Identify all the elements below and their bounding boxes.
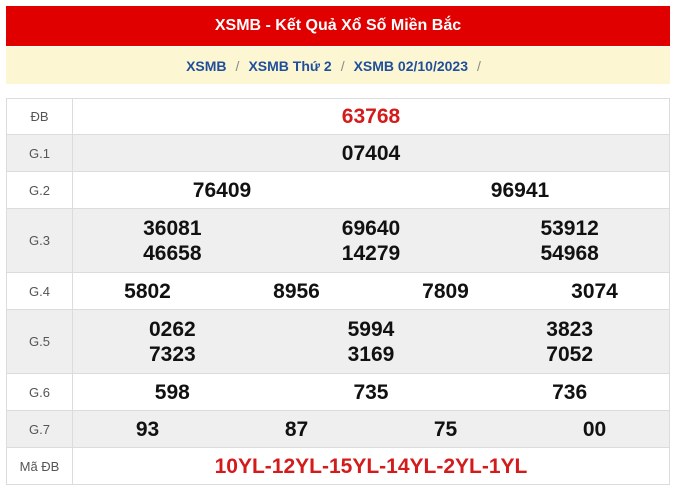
prize-number: 46658 [143, 241, 202, 265]
second-prize-row: G.2 76409 96941 [6, 171, 670, 209]
prize-numbers-cell: 76409 96941 [72, 171, 670, 209]
prize-label: ĐB [6, 98, 73, 135]
prize-numbers-cell: 0262 5994 3823 7323 3169 7052 [72, 309, 670, 374]
prize-number: 7809 [422, 279, 469, 303]
prize-label: G.4 [6, 272, 73, 310]
page: XSMB - Kết Quả Xổ Số Miền Bắc XSMB / XSM… [0, 0, 676, 494]
prize-number: 8956 [273, 279, 320, 303]
prize-number: 3074 [571, 279, 618, 303]
prize-number: 63768 [341, 105, 401, 128]
first-prize-row: G.1 07404 [6, 134, 670, 172]
prize-label: G.1 [6, 134, 73, 172]
prize-number: 07404 [341, 141, 401, 165]
breadcrumb-separator: / [340, 57, 345, 74]
prize-number: 93 [135, 417, 160, 441]
breadcrumb-link-xsmb-thu-2[interactable]: XSMB Thứ 2 [248, 58, 331, 74]
prize-number: 7323 [148, 342, 196, 366]
prize-number: 96941 [490, 178, 550, 202]
sixth-prize-row: G.6 598 735 736 [6, 373, 670, 411]
prize-number: 3169 [347, 342, 395, 366]
prize-number: 53912 [540, 216, 599, 240]
prize-number: 0262 [148, 317, 196, 341]
prize-number: 87 [284, 417, 309, 441]
breadcrumb-link-xsmb-date[interactable]: XSMB 02/10/2023 [354, 58, 468, 74]
prize-number: 735 [353, 380, 389, 404]
third-prize-row: G.3 36081 69640 53912 46658 14279 54968 [6, 208, 670, 273]
prize-numbers-cell: 10YL-12YL-15YL-14YL-2YL-1YL [72, 447, 670, 485]
prize-number: 00 [582, 417, 607, 441]
prize-number: 36081 [143, 216, 202, 240]
breadcrumb: XSMB / XSMB Thứ 2 / XSMB 02/10/2023 / [6, 47, 670, 84]
page-title: XSMB - Kết Quả Xổ Số Miền Bắc [6, 6, 670, 46]
seventh-prize-row: G.7 93 87 75 00 [6, 410, 670, 448]
prize-number: 14279 [341, 241, 401, 265]
breadcrumb-link-xsmb[interactable]: XSMB [186, 58, 226, 74]
special-code-row: Mã ĐB 10YL-12YL-15YL-14YL-2YL-1YL [6, 447, 670, 485]
fourth-prize-row: G.4 5802 8956 7809 3074 [6, 272, 670, 310]
prize-label: G.2 [6, 171, 73, 209]
prize-numbers-cell: 93 87 75 00 [72, 410, 670, 448]
prize-number: 10YL-12YL-15YL-14YL-2YL-1YL [214, 454, 528, 478]
prize-number: 3823 [546, 317, 593, 341]
prize-label: G.5 [6, 309, 73, 374]
prize-number: 5994 [347, 317, 395, 341]
prize-number: 75 [433, 417, 458, 441]
breadcrumb-separator: / [235, 57, 240, 74]
prize-number: 736 [552, 380, 588, 404]
prize-label: G.6 [6, 373, 73, 411]
prize-numbers-cell: 598 735 736 [72, 373, 670, 411]
prize-number: 598 [154, 380, 190, 404]
prize-number: 76409 [192, 178, 252, 202]
prize-number: 7052 [546, 342, 593, 366]
prize-label: G.7 [6, 410, 73, 448]
prize-label: Mã ĐB [6, 447, 73, 485]
prize-label: G.3 [6, 208, 73, 273]
special-prize-row: ĐB 63768 [6, 98, 670, 135]
prize-numbers-cell: 07404 [72, 134, 670, 172]
prize-numbers-cell: 63768 [72, 98, 670, 135]
prize-numbers-cell: 36081 69640 53912 46658 14279 54968 [72, 208, 670, 273]
fifth-prize-row: G.5 0262 5994 3823 7323 3169 7052 [6, 309, 670, 374]
results-table: ĐB 63768 G.1 07404 G.2 76409 96941 G.3 36081 6964… [6, 98, 670, 485]
breadcrumb-separator: / [477, 57, 481, 74]
prize-number: 54968 [540, 241, 599, 265]
prize-numbers-cell: 5802 8956 7809 3074 [72, 272, 670, 310]
prize-number: 69640 [341, 216, 401, 240]
prize-number: 5802 [124, 279, 171, 303]
